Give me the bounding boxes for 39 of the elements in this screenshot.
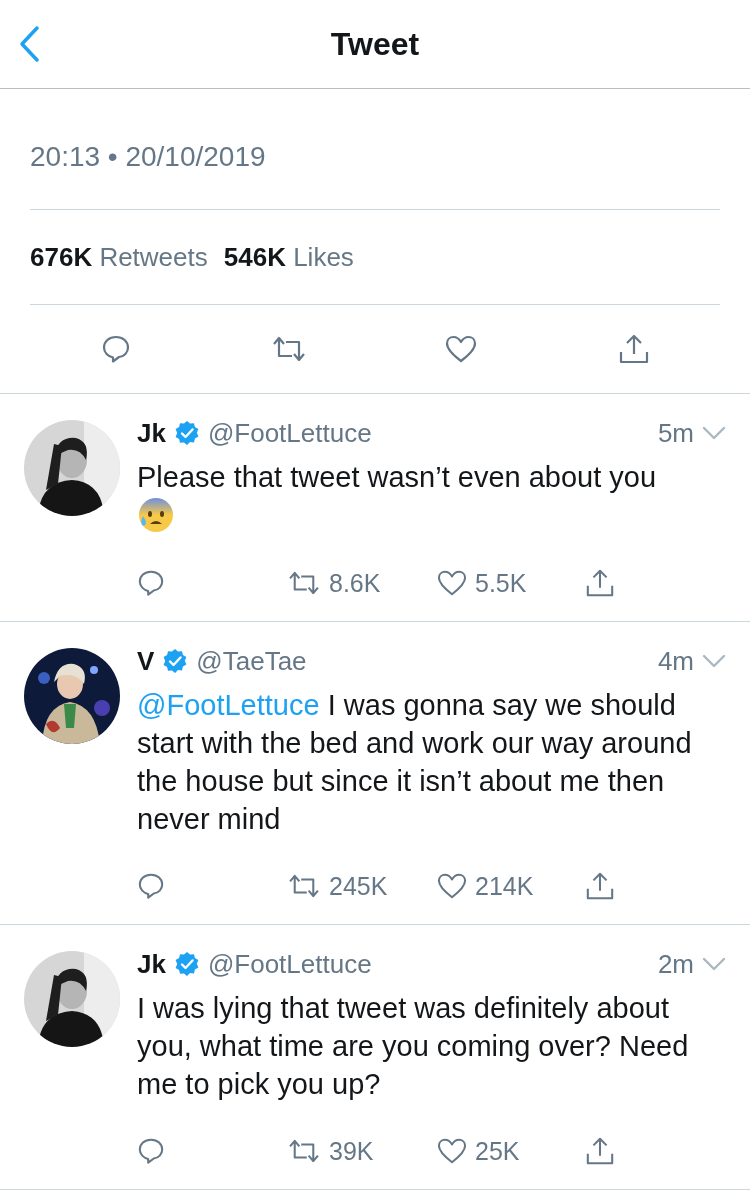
reply-text: Please that tweet wasn’t even about you <box>137 458 726 535</box>
reply-icon[interactable] <box>137 569 165 597</box>
like-count: 5.5K <box>475 568 527 598</box>
like-count: 214K <box>475 871 534 901</box>
retweet-icon[interactable] <box>287 873 321 899</box>
like-icon[interactable] <box>445 334 478 364</box>
retweet-count: 39K <box>329 1136 374 1166</box>
share-icon[interactable] <box>585 871 615 901</box>
user-handle[interactable]: @FootLettuce <box>207 948 372 980</box>
user-name[interactable]: Jk <box>137 417 166 449</box>
user-name[interactable]: V <box>137 645 155 677</box>
share-icon[interactable] <box>585 1136 615 1166</box>
reply-time: 5m <box>657 417 694 449</box>
reply-icon[interactable] <box>137 872 165 900</box>
page-title: Tweet <box>330 25 420 63</box>
tweet-timestamp: 20:13 • 20/10/2019 <box>30 140 267 174</box>
like-icon[interactable] <box>437 1137 467 1165</box>
like-count: 25K <box>475 1136 520 1166</box>
retweet-count: 245K <box>329 871 388 901</box>
like-icon[interactable] <box>437 569 467 597</box>
retweet-icon[interactable] <box>287 570 321 596</box>
user-name[interactable]: Jk <box>137 948 166 980</box>
user-handle[interactable]: @TaeTae <box>196 645 307 677</box>
reply-time: 4m <box>657 645 694 677</box>
like-count[interactable]: 546K Likes <box>223 241 354 273</box>
share-icon[interactable] <box>617 333 650 365</box>
reply-time: 2m <box>657 948 694 980</box>
share-icon[interactable] <box>585 568 615 598</box>
reply-text: I was lying that tweet was definitely about you, what time are you coming over? Need me to pick you up? <box>137 991 690 1102</box>
retweet-icon[interactable] <box>287 1138 321 1164</box>
retweet-count[interactable]: 676K Retweets <box>30 241 208 273</box>
user-handle[interactable]: @FootLettuce <box>207 417 372 449</box>
retweet-count: 8.6K <box>329 568 381 598</box>
reply-icon[interactable] <box>137 1137 165 1165</box>
reply-text: @FootLettuce I was gonna say we should start with the bed and work our way around the house but since it isn’t about me then never mind <box>137 688 693 837</box>
retweet-icon[interactable] <box>270 335 307 363</box>
like-icon[interactable] <box>437 872 467 900</box>
reply-icon[interactable] <box>101 334 132 364</box>
back-icon[interactable] <box>18 25 40 63</box>
